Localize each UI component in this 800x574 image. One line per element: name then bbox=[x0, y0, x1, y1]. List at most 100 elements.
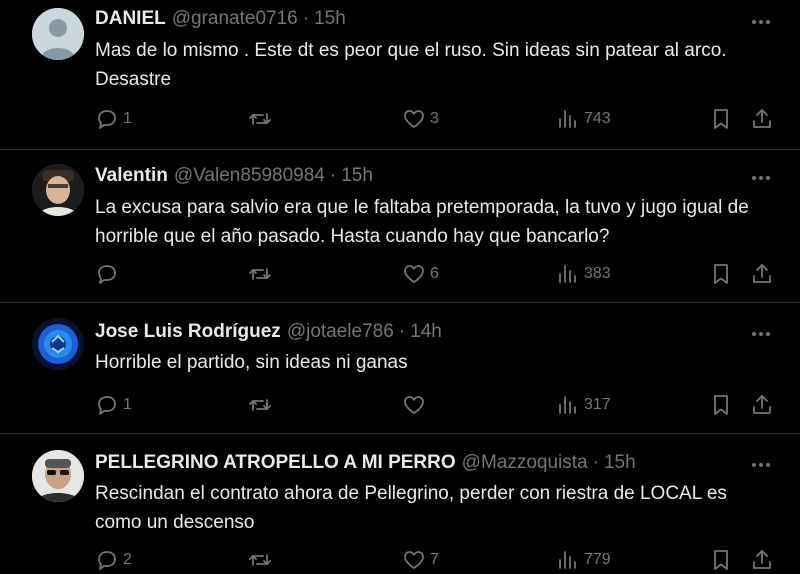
separator-dot: · bbox=[302, 8, 310, 29]
like-icon bbox=[404, 265, 424, 283]
like-count: 7 bbox=[430, 551, 439, 568]
profile-photo-icon bbox=[32, 164, 84, 216]
bookmark-button[interactable] bbox=[709, 104, 733, 134]
avatar[interactable] bbox=[32, 450, 84, 502]
more-icon[interactable] bbox=[748, 324, 774, 344]
reply-icon bbox=[98, 110, 116, 129]
bookmark-button[interactable] bbox=[709, 259, 733, 289]
retweet-button[interactable] bbox=[248, 259, 276, 289]
views-button[interactable]: 383 bbox=[556, 259, 611, 289]
tweet-actions: 6 383 bbox=[0, 259, 800, 289]
views-icon bbox=[559, 396, 576, 414]
view-count: 383 bbox=[584, 265, 611, 282]
reply-icon bbox=[98, 396, 116, 415]
bookmark-icon bbox=[714, 264, 728, 284]
tweet-header: DANIEL @granate0716 · 15h bbox=[95, 8, 740, 34]
retweet-icon bbox=[249, 554, 271, 566]
avatar[interactable] bbox=[32, 164, 84, 216]
retweet-button[interactable] bbox=[248, 390, 276, 420]
share-button[interactable] bbox=[750, 545, 774, 574]
like-icon bbox=[404, 551, 424, 569]
views-icon bbox=[559, 265, 576, 283]
retweet-button[interactable] bbox=[248, 545, 276, 574]
display-name[interactable]: PELLEGRINO ATROPELLO A MI PERRO bbox=[95, 452, 456, 474]
view-count: 779 bbox=[584, 551, 611, 568]
views-button[interactable]: 779 bbox=[556, 545, 611, 574]
share-icon bbox=[753, 109, 771, 128]
like-button[interactable]: 3 bbox=[402, 104, 439, 134]
default-avatar-icon bbox=[32, 8, 84, 60]
user-handle[interactable]: @granate0716 bbox=[172, 8, 298, 30]
display-name[interactable]: Valentin bbox=[95, 165, 168, 187]
like-count: 6 bbox=[430, 265, 439, 282]
tweet-header: PELLEGRINO ATROPELLO A MI PERRO @Mazzoqu… bbox=[95, 452, 740, 478]
like-button[interactable]: 7 bbox=[402, 545, 439, 574]
display-name[interactable]: Jose Luis Rodríguez bbox=[95, 321, 281, 343]
bookmark-icon bbox=[714, 550, 728, 570]
reply-icon bbox=[98, 265, 116, 284]
separator-dot: · bbox=[398, 321, 406, 342]
share-icon bbox=[753, 550, 771, 569]
more-icon[interactable] bbox=[748, 168, 774, 188]
views-icon bbox=[559, 110, 576, 128]
tweet-text: La excusa para salvio era que le faltaba… bbox=[95, 197, 749, 247]
more-icon[interactable] bbox=[748, 12, 774, 32]
tweet-text: Rescindan el contrato ahora de Pellegrin… bbox=[95, 483, 727, 533]
avatar[interactable] bbox=[32, 318, 84, 370]
timestamp[interactable]: 15h bbox=[314, 8, 346, 30]
user-handle[interactable]: @Mazzoquista bbox=[462, 452, 588, 474]
tweet-actions: 1 3 743 bbox=[0, 104, 800, 134]
bookmark-icon bbox=[714, 395, 728, 415]
retweet-button[interactable] bbox=[248, 104, 276, 134]
share-button[interactable] bbox=[750, 259, 774, 289]
reply-count: 1 bbox=[123, 110, 132, 127]
retweet-icon bbox=[249, 113, 271, 125]
retweet-icon bbox=[249, 268, 271, 280]
bookmark-button[interactable] bbox=[709, 390, 733, 420]
tweet-1[interactable]: DANIEL @granate0716 · 15h Mas de lo mism… bbox=[0, 0, 800, 150]
reply-button[interactable]: 1 bbox=[95, 104, 132, 134]
view-count: 743 bbox=[584, 110, 611, 127]
separator-dot: · bbox=[592, 452, 599, 473]
like-button[interactable] bbox=[402, 390, 430, 420]
timestamp[interactable]: 15h bbox=[604, 452, 636, 474]
reply-count: 1 bbox=[123, 396, 132, 413]
tweet-4[interactable]: PELLEGRINO ATROPELLO A MI PERRO @Mazzoqu… bbox=[0, 435, 800, 574]
more-icon[interactable] bbox=[748, 455, 774, 475]
reply-button[interactable]: 2 bbox=[95, 545, 132, 574]
profile-photo-sunglasses-icon bbox=[32, 450, 84, 502]
user-handle[interactable]: @jotaele786 bbox=[287, 321, 394, 343]
bookmark-icon bbox=[714, 109, 728, 129]
user-handle[interactable]: @Valen85980984 bbox=[174, 165, 325, 187]
tweet-text: Mas de lo mismo . Este dt es peor que el… bbox=[95, 40, 727, 90]
reply-button[interactable] bbox=[95, 259, 123, 289]
tweet-header: Jose Luis Rodríguez @jotaele786 · 14h bbox=[95, 321, 740, 347]
tweet-2[interactable]: Valentin @Valen85980984 · 15h La excusa … bbox=[0, 151, 800, 303]
separator-dot: · bbox=[329, 165, 337, 186]
like-count: 3 bbox=[430, 110, 439, 127]
reply-count: 2 bbox=[123, 551, 132, 568]
bookmark-button[interactable] bbox=[709, 545, 733, 574]
views-icon bbox=[559, 551, 576, 569]
like-icon bbox=[404, 110, 424, 128]
timestamp[interactable]: 14h bbox=[410, 321, 442, 343]
like-button[interactable]: 6 bbox=[402, 259, 439, 289]
blue-logo-icon bbox=[32, 318, 84, 370]
reply-icon bbox=[98, 551, 116, 570]
view-count: 317 bbox=[584, 396, 611, 413]
tweet-actions: 2 7 779 bbox=[0, 545, 800, 574]
reply-button[interactable]: 1 bbox=[95, 390, 132, 420]
views-button[interactable]: 317 bbox=[556, 390, 611, 420]
share-button[interactable] bbox=[750, 390, 774, 420]
share-icon bbox=[753, 395, 771, 414]
display-name[interactable]: DANIEL bbox=[95, 8, 166, 30]
tweet-text: Horrible el partido, sin ideas ni ganas bbox=[95, 352, 408, 373]
avatar[interactable] bbox=[32, 8, 84, 60]
share-button[interactable] bbox=[750, 104, 774, 134]
reply-feed: DANIEL @granate0716 · 15h Mas de lo mism… bbox=[0, 0, 800, 574]
tweet-3[interactable]: Jose Luis Rodríguez @jotaele786 · 14h Ho… bbox=[0, 304, 800, 434]
tweet-actions: 1 317 bbox=[0, 390, 800, 420]
timestamp[interactable]: 15h bbox=[341, 165, 373, 187]
views-button[interactable]: 743 bbox=[556, 104, 611, 134]
like-icon bbox=[404, 396, 424, 414]
